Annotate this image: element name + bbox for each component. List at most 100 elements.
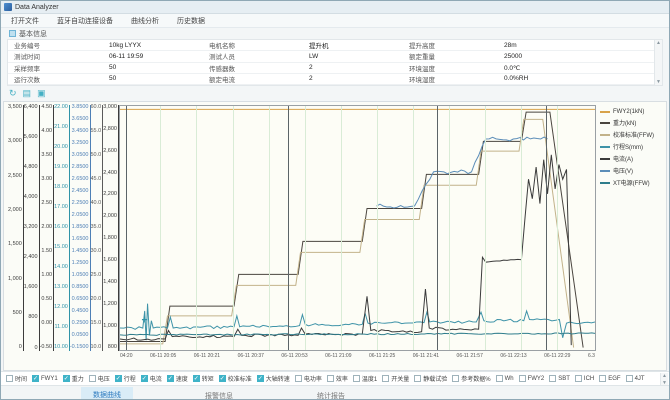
checkbox-icon[interactable]: [382, 375, 389, 382]
series-checkbox-5[interactable]: ✓电流: [141, 374, 162, 383]
axis-tick: 1,200: [103, 302, 117, 308]
info-scrollbar[interactable]: ▲ ▼: [654, 40, 662, 85]
axis-tick: 1,600: [24, 285, 38, 291]
checkbox-icon[interactable]: ✓: [193, 375, 200, 382]
series-checkbox-10[interactable]: 电功率: [295, 374, 322, 383]
cursor-line[interactable]: [126, 106, 127, 350]
scroll-down-icon[interactable]: ▼: [656, 79, 661, 85]
series-checkbox-9[interactable]: ✓大轴转速: [257, 374, 290, 383]
axis-tick: 0.2500: [72, 321, 89, 327]
section-icon: [9, 30, 16, 37]
info-label: 传感器数: [203, 63, 303, 74]
basic-info-grid: 业务编号10kg LYYX电机名称提升机提升高度28m测试时间06-11 19:…: [8, 40, 662, 85]
series-checkbox-4[interactable]: ✓行程: [115, 374, 136, 383]
axis-tick: 2.6500: [72, 177, 89, 183]
refresh-icon[interactable]: ↻: [9, 89, 17, 98]
axis-tick: 4,000: [24, 195, 38, 201]
series-checkbox-6[interactable]: ✓速度: [167, 374, 188, 383]
series-checkbox-19[interactable]: ICH: [575, 375, 594, 382]
series-checkbox-13[interactable]: 开关量: [382, 374, 409, 383]
series-checkbox-15[interactable]: 参考数据%: [452, 374, 490, 383]
series-checkbox-16[interactable]: Wh: [496, 375, 514, 382]
menu-item-0[interactable]: 打开文件: [11, 16, 39, 26]
checkbox-icon[interactable]: [519, 375, 526, 382]
title-bar: Data Analyzer: [1, 1, 669, 14]
series-checkbox-21[interactable]: 4JT: [626, 375, 645, 382]
checkbox-icon[interactable]: [599, 375, 606, 382]
checkbox-icon[interactable]: ✓: [219, 375, 226, 382]
series-line-1: [120, 112, 583, 347]
checkbox-icon[interactable]: ✓: [141, 375, 148, 382]
legend-swatch: [600, 111, 610, 113]
checkbox-icon[interactable]: [353, 375, 360, 382]
checkbox-icon[interactable]: [6, 375, 13, 382]
checkbox-icon[interactable]: [452, 375, 459, 382]
checkbox-label: 4JT: [635, 376, 645, 382]
series-checkbox-12[interactable]: 温度1: [353, 374, 377, 383]
axis-tick: -0.50: [40, 345, 53, 351]
series-checkbox-11[interactable]: 效率: [327, 374, 348, 383]
axis-tick: 1,600: [103, 258, 117, 264]
tab-2[interactable]: 统计报告: [305, 388, 357, 400]
axis-tick: 2.0500: [72, 213, 89, 219]
print-icon[interactable]: ▣: [37, 89, 46, 98]
menu-item-3[interactable]: 历史数据: [177, 16, 205, 26]
checkbox-icon[interactable]: [414, 375, 421, 382]
cursor-line[interactable]: [437, 106, 438, 350]
series-checkbox-18[interactable]: SBT: [549, 375, 570, 382]
axis-tick: 5,600: [24, 135, 38, 141]
checkbox-icon[interactable]: [295, 375, 302, 382]
axis-tick: 2,000: [103, 214, 117, 220]
axis-tick: 45.0: [91, 177, 102, 183]
checkbox-icon[interactable]: [496, 375, 503, 382]
axis-tick: 0.4500: [72, 309, 89, 315]
info-value: 06-11 19:59: [103, 51, 203, 62]
series-checkbox-7[interactable]: ✓转矩: [193, 374, 214, 383]
tab-0[interactable]: 数据曲线: [81, 387, 133, 400]
checkbox-icon[interactable]: [575, 375, 582, 382]
series-checkbox-2[interactable]: ✓重力: [63, 374, 84, 383]
series-checkbox-1[interactable]: ✓FWY1: [32, 375, 58, 382]
checkbox-icon[interactable]: ✓: [32, 375, 39, 382]
checkbox-icon[interactable]: [626, 375, 633, 382]
checkbox-icon[interactable]: [327, 375, 334, 382]
axis-tick: 1,500: [8, 242, 22, 248]
menu-item-1[interactable]: 蓝牙自动连接设备: [57, 16, 113, 26]
checkbox-icon[interactable]: ✓: [115, 375, 122, 382]
menu-item-2[interactable]: 曲线分析: [131, 16, 159, 26]
save-icon[interactable]: ▤: [23, 89, 32, 98]
checkbox-scrollbar[interactable]: ▲ ▼: [660, 373, 668, 386]
scroll-up-icon[interactable]: ▲: [662, 373, 667, 379]
axis-tick: 30.0: [91, 249, 102, 255]
checkbox-icon[interactable]: ✓: [167, 375, 174, 382]
checkbox-icon[interactable]: ✓: [257, 375, 264, 382]
axis-tick: 3.00: [41, 177, 52, 183]
scroll-down-icon[interactable]: ▼: [662, 380, 667, 386]
series-checkbox-20[interactable]: EGF: [599, 375, 620, 382]
series-checkbox-0[interactable]: 时间: [6, 374, 27, 383]
axis-speed-pct: 60.055.050.045.040.035.030.025.020.015.0…: [91, 105, 104, 351]
plot-area[interactable]: +: [119, 105, 596, 351]
info-label: 运行次数: [8, 74, 103, 85]
checkbox-icon[interactable]: ✓: [63, 375, 70, 382]
cursor-line[interactable]: [546, 106, 547, 350]
legend-swatch: [600, 182, 610, 184]
axis-volt-v: 3.85003.65003.45003.25003.05002.85002.65…: [70, 105, 91, 351]
legend-entry: 电流(A): [600, 154, 664, 163]
gridline: [377, 106, 378, 350]
info-value: 2: [303, 74, 403, 85]
tab-1[interactable]: 报警信息: [193, 388, 245, 400]
gridline: [485, 106, 486, 350]
series-checkbox-8[interactable]: ✓校准标准: [219, 374, 252, 383]
scroll-up-icon[interactable]: ▲: [656, 40, 661, 46]
crosshair-marker: +: [141, 315, 147, 326]
series-checkbox-3[interactable]: 电压: [89, 374, 110, 383]
series-checkbox-14[interactable]: 静载试验: [414, 374, 447, 383]
checkbox-icon[interactable]: [549, 375, 556, 382]
axis-tick: 500: [13, 311, 22, 317]
cursor-line[interactable]: [288, 106, 289, 350]
axis-tick: 2,500: [8, 174, 22, 180]
axis-tick: 3.50: [41, 153, 52, 159]
series-checkbox-17[interactable]: FWY2: [519, 375, 545, 382]
checkbox-icon[interactable]: [89, 375, 96, 382]
